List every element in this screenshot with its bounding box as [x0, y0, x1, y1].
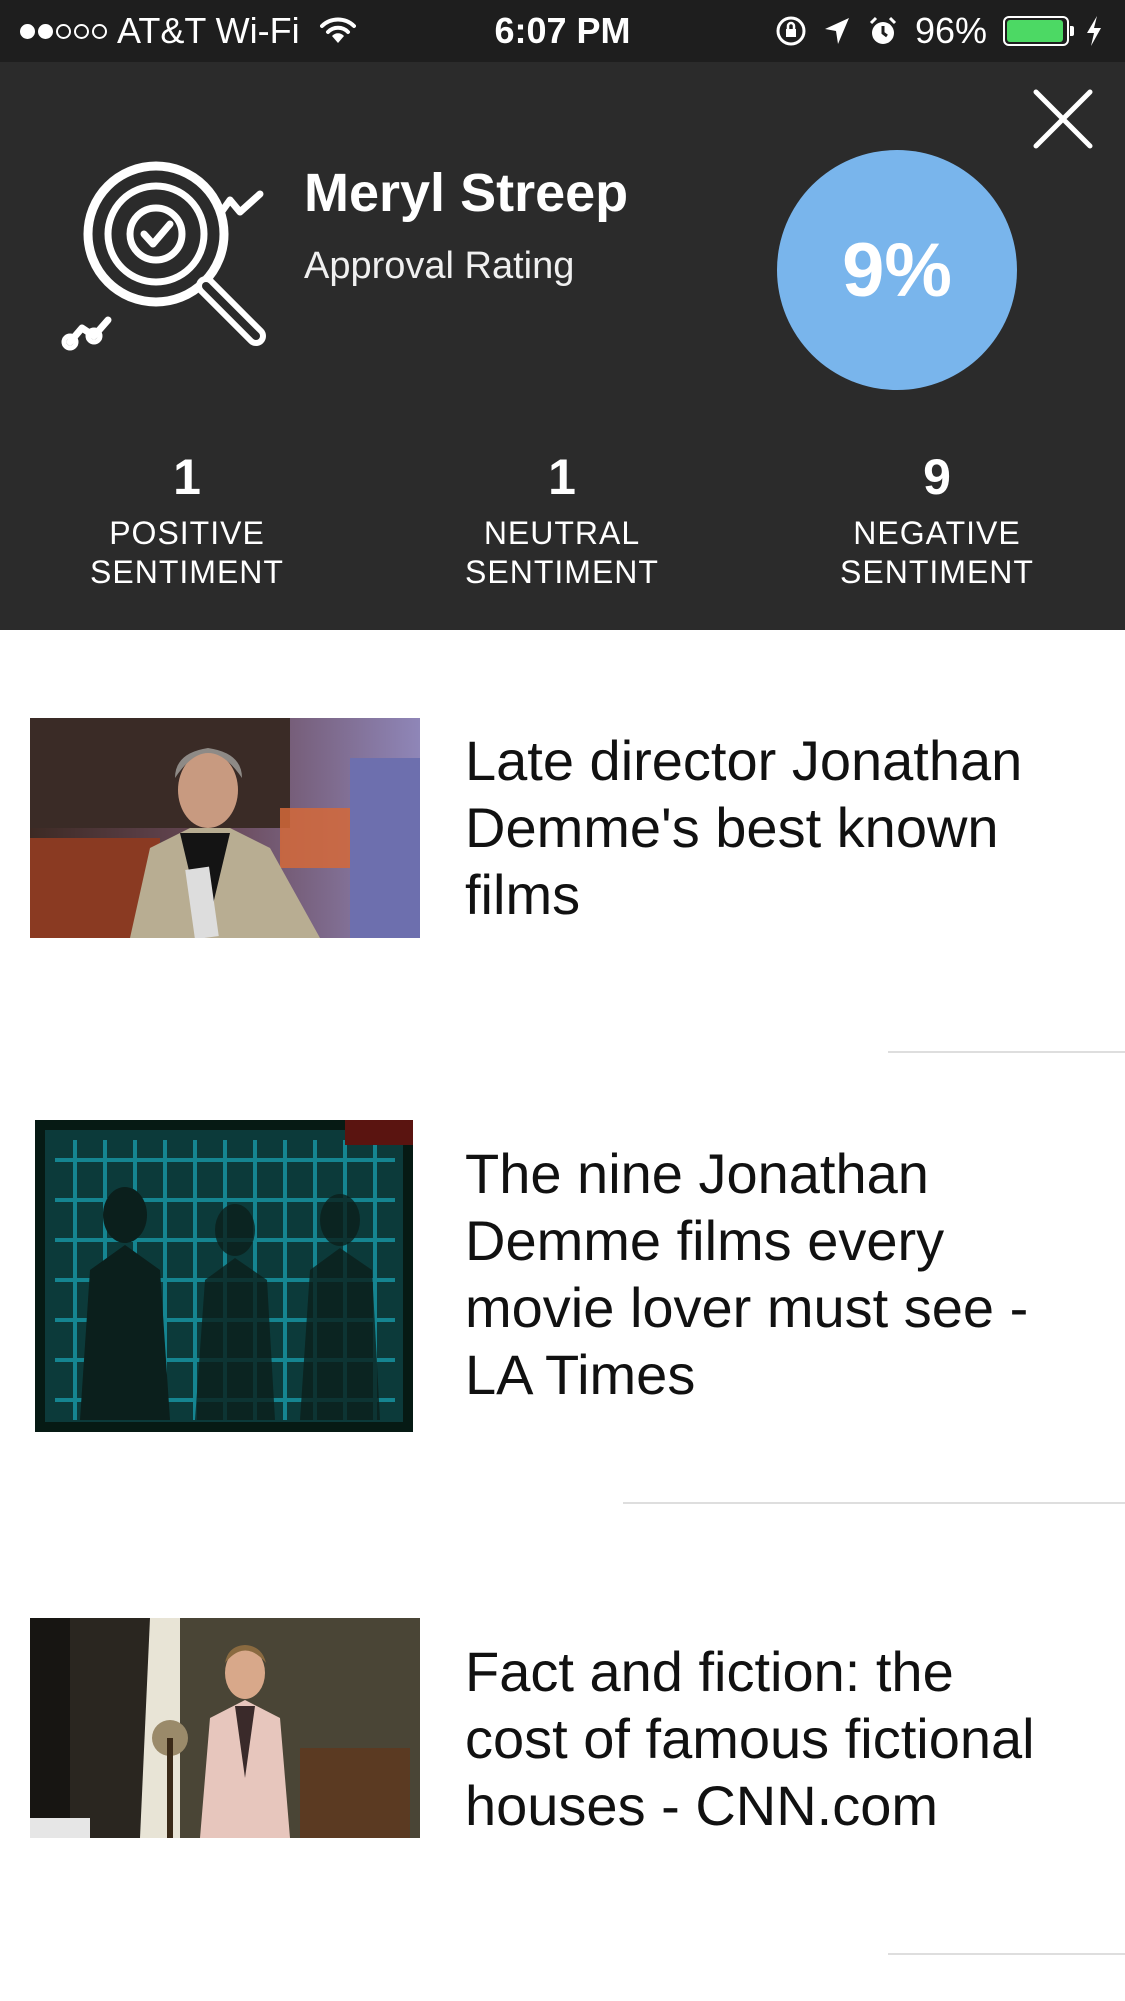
- negative-sentiment-stat: 9 NEGATIVE SENTIMENT: [772, 448, 1102, 592]
- charging-bolt-icon: [1087, 16, 1101, 46]
- neutral-sentiment-label-line1: NEUTRAL: [483, 515, 641, 551]
- orientation-lock-icon: [776, 16, 806, 46]
- neutral-sentiment-label-line2: SENTIMENT: [465, 554, 659, 590]
- battery-icon: [1003, 16, 1074, 46]
- negative-sentiment-label-line2: SENTIMENT: [840, 554, 1034, 590]
- magnifier-checkmark-trend-icon: [61, 161, 266, 351]
- neutral-sentiment-stat: 1 NEUTRAL SENTIMENT: [397, 448, 727, 592]
- article-row[interactable]: The nine Jonathan Demme films every movi…: [0, 1052, 1125, 1502]
- negative-sentiment-label-line1: NEGATIVE: [853, 515, 1021, 551]
- article-title[interactable]: Fact and fiction: the cost of famous fic…: [465, 1638, 1065, 1839]
- person-name: Meryl Streep: [304, 163, 629, 223]
- status-right: 96%: [775, 8, 1103, 54]
- photo-teal-figures-behind-grid: [35, 1120, 413, 1432]
- alarm-icon: [869, 16, 896, 44]
- article-title[interactable]: Late director Jonathan Demme's best know…: [465, 727, 1065, 928]
- status-bar: AT&T Wi-Fi 6:07 PM 96%: [0, 0, 1125, 62]
- positive-sentiment-stat: 1 POSITIVE SENTIMENT: [22, 448, 352, 592]
- photo-man-holding-award: [30, 718, 420, 938]
- battery-percent: 96%: [914, 10, 987, 51]
- list-divider: [888, 1953, 1125, 1955]
- location-arrow-icon: [824, 18, 849, 44]
- photo-man-in-pink-suit-interior: [30, 1618, 420, 1838]
- article-row[interactable]: Fact and fiction: the cost of famous fic…: [0, 1503, 1125, 1953]
- close-icon: [1033, 89, 1093, 149]
- positive-sentiment-label-line1: POSITIVE: [109, 515, 265, 551]
- article-row[interactable]: Late director Jonathan Demme's best know…: [0, 630, 1125, 1050]
- approval-rating-value: 9%: [842, 227, 952, 313]
- close-button[interactable]: [1028, 84, 1098, 154]
- approval-rating-circle: 9%: [777, 150, 1017, 390]
- neutral-sentiment-count: 1: [548, 449, 576, 505]
- positive-sentiment-label-line2: SENTIMENT: [90, 554, 284, 590]
- positive-sentiment-count: 1: [173, 449, 201, 505]
- approval-rating-label: Approval Rating: [304, 245, 575, 287]
- negative-sentiment-count: 9: [923, 449, 951, 505]
- header-panel: AT&T Wi-Fi 6:07 PM 96% Meryl Streep Appr…: [0, 0, 1125, 630]
- article-title[interactable]: The nine Jonathan Demme films every movi…: [465, 1140, 1065, 1408]
